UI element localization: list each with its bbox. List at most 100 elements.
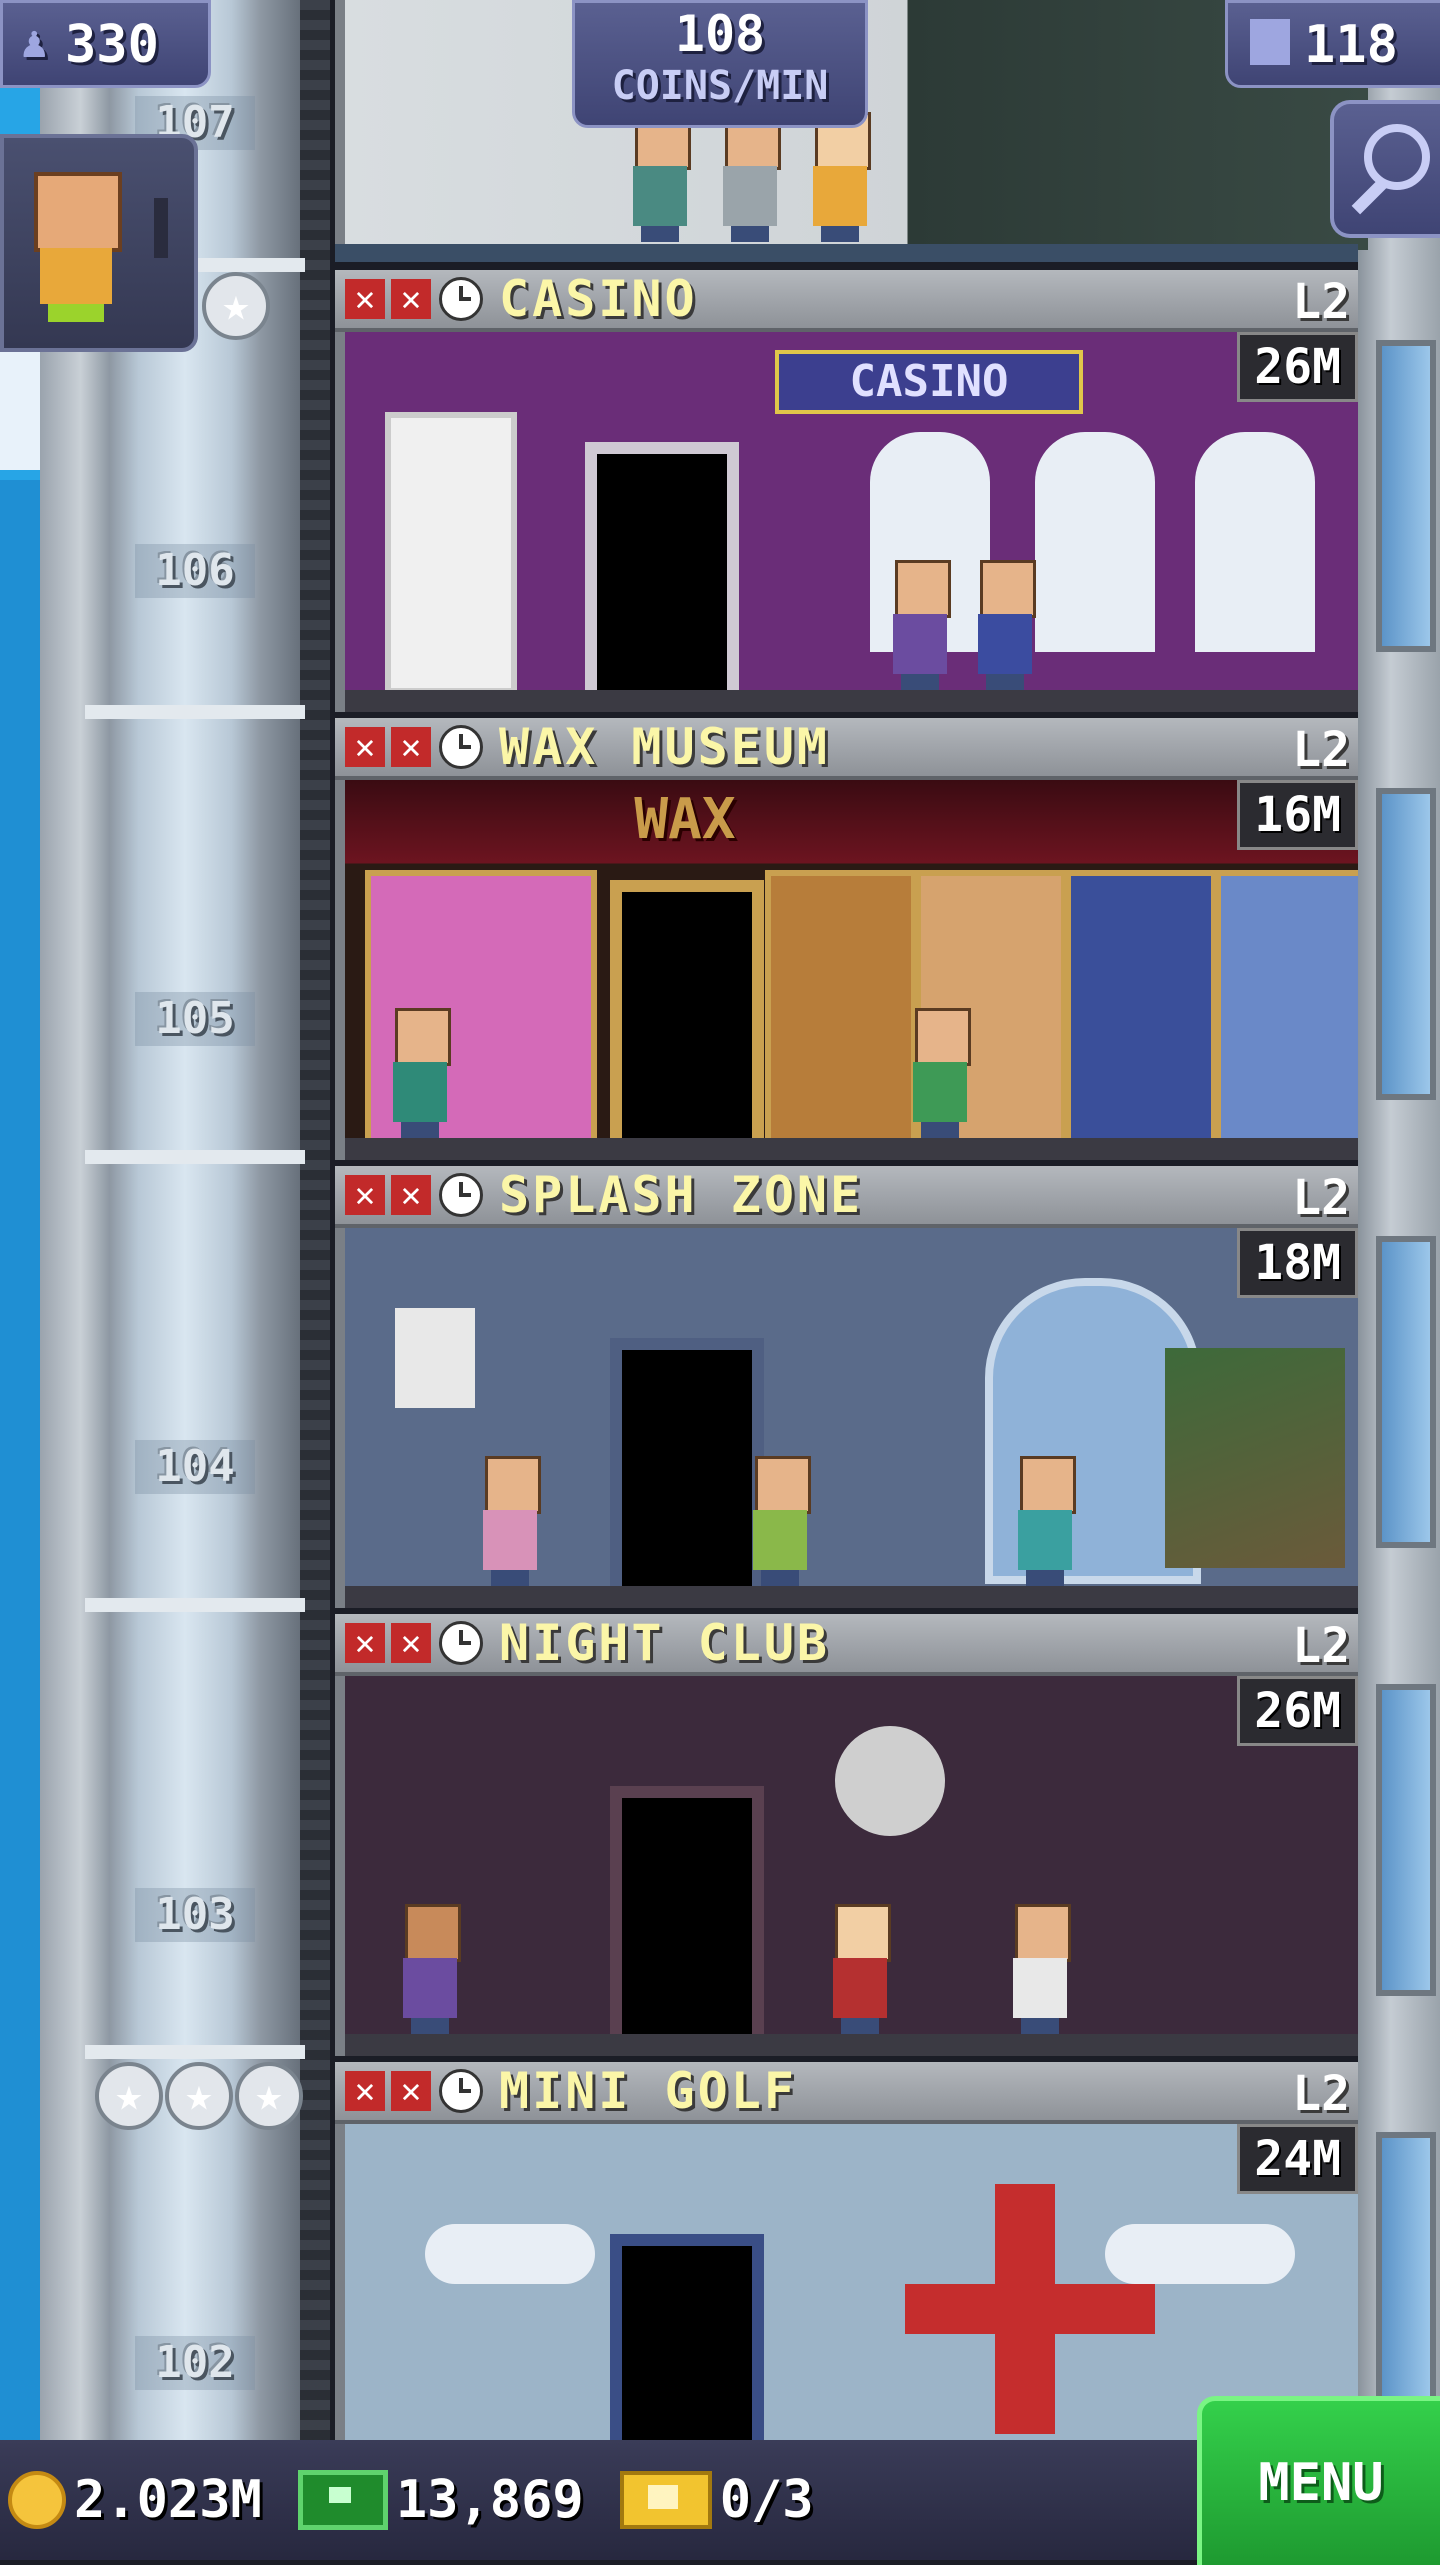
floor-name: NIGHT CLUB	[499, 1614, 831, 1672]
floor-splash-zone[interactable]: ✕ ✕ SPLASH ZONE L2 18M	[335, 1166, 1358, 1608]
tenant	[885, 560, 955, 690]
population-icon: ♟	[21, 17, 48, 68]
floor-number-106: 106	[135, 544, 255, 598]
room-door	[610, 1786, 764, 2038]
population-counter[interactable]: ♟ 330	[0, 0, 211, 88]
floor-number-103: 103	[135, 1888, 255, 1942]
room-floor	[345, 1138, 1358, 1160]
tenant	[625, 112, 695, 242]
splash-zone-room[interactable]: 18M	[335, 1228, 1358, 1608]
vip-ticket-icon	[619, 2471, 712, 2529]
exclamation-icon	[154, 198, 168, 258]
mini-golf-room[interactable]: 24M	[335, 2124, 1358, 2440]
coins-value: 2.023M	[74, 2470, 262, 2530]
tenant	[825, 1904, 895, 2034]
night-club-room[interactable]: 26M	[335, 1676, 1358, 2056]
clock-icon	[439, 1173, 483, 1217]
tenant	[805, 112, 875, 242]
tenant	[475, 1456, 545, 1586]
wax-museum-room[interactable]: 16M WAX	[335, 780, 1358, 1160]
room-floor	[345, 2034, 1358, 2056]
star-icon: ★	[165, 2062, 233, 2130]
floor-count-counter[interactable]: 118	[1225, 0, 1440, 88]
floor-header: ✕ ✕ WAX MUSEUM L2	[335, 718, 1358, 780]
floor-mini-golf[interactable]: ✕ ✕ MINI GOLF L2 24M	[335, 2062, 1358, 2440]
floor-name: WAX MUSEUM	[499, 718, 831, 776]
room-door	[610, 880, 764, 1142]
tenant	[715, 112, 785, 242]
elevator-rail	[300, 0, 330, 2440]
stock-empty-icon: ✕	[391, 279, 431, 319]
find-bitizen-button[interactable]	[1330, 100, 1440, 238]
floor-price-tag: 24M	[1237, 2124, 1358, 2194]
floor-name: MINI GOLF	[499, 2062, 797, 2120]
elevator-band	[85, 1598, 305, 1612]
distant-building	[0, 480, 40, 2440]
menu-button[interactable]: MENU	[1197, 2396, 1440, 2565]
clock-icon	[439, 2069, 483, 2113]
building-icon	[1250, 19, 1290, 65]
tenant	[385, 1008, 455, 1138]
stock-empty-icon: ✕	[345, 2071, 385, 2111]
exhibit-booth	[1215, 870, 1358, 1152]
elevator-visitor-card[interactable]	[0, 134, 198, 352]
casino-cabinet	[385, 412, 517, 694]
tenant	[970, 560, 1040, 690]
room-door	[610, 1338, 764, 1590]
casino-room[interactable]: 26M CASINO	[335, 332, 1358, 712]
room-floor	[345, 690, 1358, 712]
floor-casino[interactable]: ✕ ✕ CASINO L2 26M CASINO	[335, 270, 1358, 712]
floor-name: SPLASH ZONE	[499, 1166, 864, 1224]
floor-price-tag: 26M	[1237, 1676, 1358, 1746]
stock-empty-icon: ✕	[391, 1623, 431, 1663]
visitor-avatar-head	[34, 172, 122, 252]
stock-empty-icon: ✕	[345, 1175, 385, 1215]
floor-price-tag: 16M	[1237, 780, 1358, 850]
floor-level: L2	[1292, 274, 1350, 330]
magnifier-icon	[1364, 124, 1430, 190]
star-icon: ★	[202, 272, 270, 340]
floor-price-tag: 26M	[1237, 332, 1358, 402]
wall-poster	[395, 1308, 475, 1408]
floor-night-club[interactable]: ✕ ✕ NIGHT CLUB L2 26M	[335, 1614, 1358, 2056]
floor-count-value: 118	[1304, 15, 1398, 75]
tickets-value: 0/3	[719, 2470, 814, 2530]
floor-header: ✕ ✕ CASINO L2	[335, 270, 1358, 332]
tenant	[905, 1008, 975, 1138]
stock-empty-icon: ✕	[391, 1175, 431, 1215]
floor-number-104: 104	[135, 1440, 255, 1494]
star-icon: ★	[95, 2062, 163, 2130]
tenant	[395, 1904, 465, 2034]
tower-window	[1376, 340, 1436, 652]
floor-number-102: 102	[135, 2336, 255, 2390]
disco-ball	[835, 1726, 945, 1836]
tower-window	[1376, 1684, 1436, 1996]
stock-empty-icon: ✕	[345, 279, 385, 319]
stock-empty-icon: ✕	[345, 727, 385, 767]
floor-number-105: 105	[135, 992, 255, 1046]
population-value: 330	[65, 15, 159, 75]
cloud	[425, 2224, 595, 2284]
exhibit-booth	[1065, 870, 1217, 1152]
tower-window	[1376, 788, 1436, 1100]
floor-price-tag: 18M	[1237, 1228, 1358, 1298]
palm-slide	[1165, 1348, 1345, 1568]
coins-per-min-value: 108	[674, 5, 766, 63]
coins-per-min-label: COINS/MIN	[611, 63, 829, 109]
floor-wax-museum[interactable]: ✕ ✕ WAX MUSEUM L2 16M WAX	[335, 718, 1358, 1160]
room-door	[585, 442, 739, 694]
room-floor	[345, 1586, 1358, 1608]
floor-header: ✕ ✕ SPLASH ZONE L2	[335, 1166, 1358, 1228]
floor-level: L2	[1292, 2066, 1350, 2122]
elevator-band	[85, 2045, 305, 2059]
stock-empty-icon: ✕	[391, 727, 431, 767]
cloud	[1105, 2224, 1295, 2284]
floor-header: ✕ ✕ MINI GOLF L2	[335, 2062, 1358, 2124]
stock-empty-icon: ✕	[391, 2071, 431, 2111]
clock-icon	[439, 277, 483, 321]
room-door	[610, 2234, 764, 2440]
floor-level: L2	[1292, 722, 1350, 778]
wax-sign: WAX	[634, 787, 736, 852]
tenant	[745, 1456, 815, 1586]
floor-header: ✕ ✕ NIGHT CLUB L2	[335, 1614, 1358, 1676]
